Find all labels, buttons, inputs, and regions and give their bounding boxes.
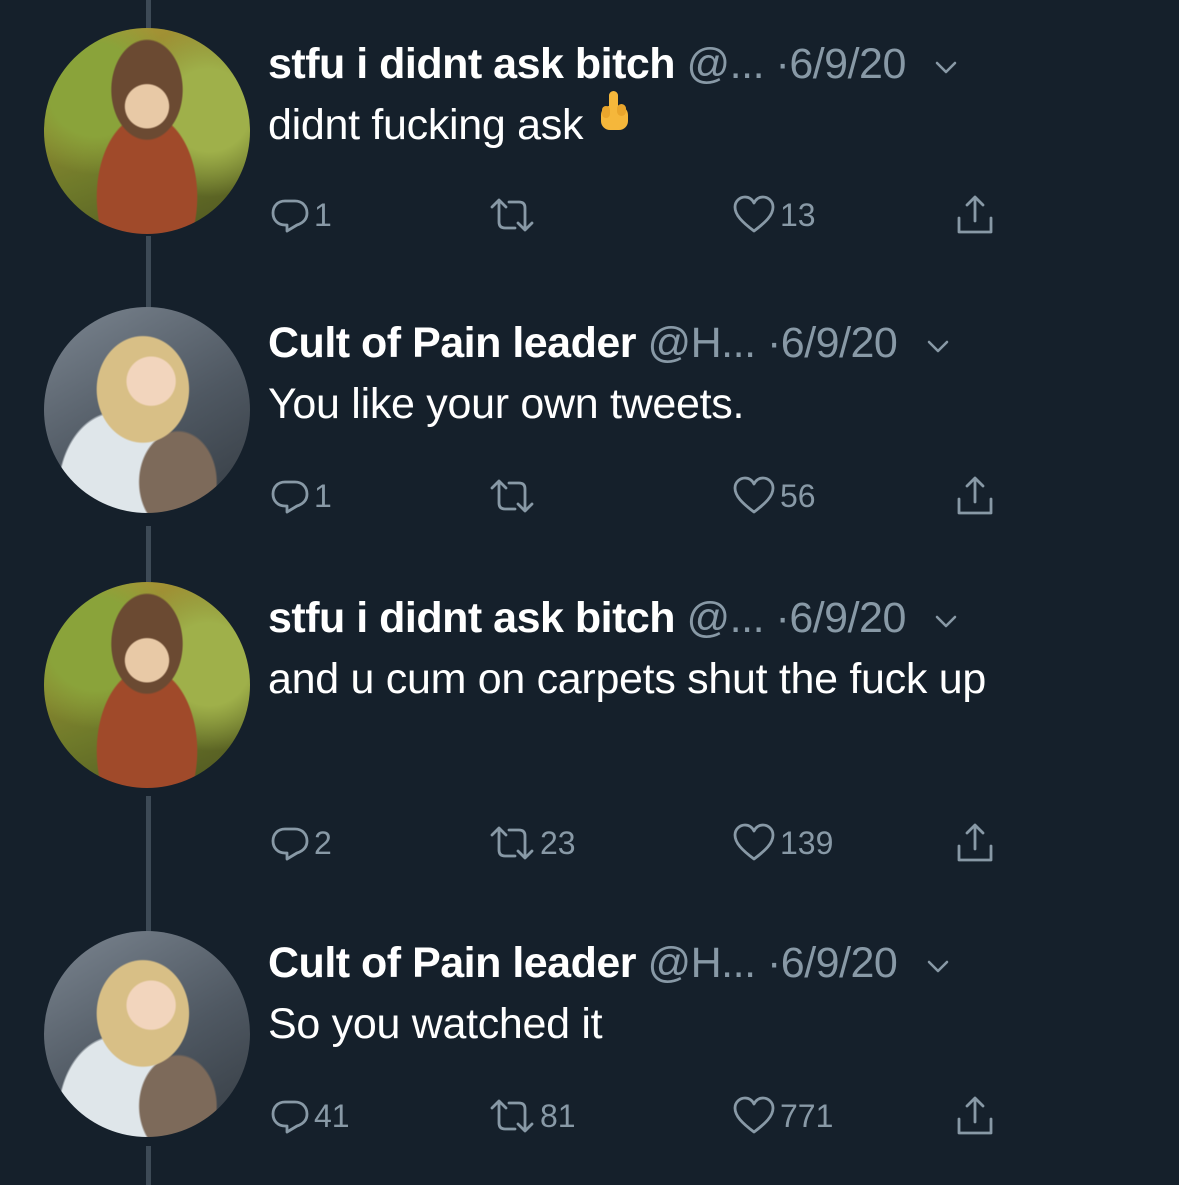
chevron-down-icon[interactable] — [927, 312, 949, 368]
avatar[interactable] — [44, 931, 250, 1137]
separator: · — [766, 939, 781, 987]
reply-count: 41 — [314, 1097, 350, 1134]
reply-button[interactable]: 1 — [270, 471, 332, 521]
separator: · — [775, 594, 790, 642]
heart-icon — [732, 1096, 776, 1136]
separator: · — [766, 319, 781, 367]
chevron-down-icon[interactable] — [935, 587, 957, 643]
retweet-icon — [488, 823, 536, 863]
reply-count: 1 — [314, 477, 332, 514]
reply-button[interactable]: 41 — [270, 1091, 350, 1141]
handle[interactable]: @H... — [647, 319, 756, 367]
thread-line — [146, 1146, 151, 1185]
thread-line — [146, 526, 151, 582]
like-count: 56 — [780, 477, 816, 514]
reply-icon — [270, 823, 310, 863]
tweet-date[interactable]: 6/9/20 — [789, 40, 906, 88]
tweet-date[interactable]: 6/9/20 — [781, 939, 898, 987]
like-button[interactable]: 56 — [732, 471, 816, 521]
tweet-text: You like your own tweets. — [268, 369, 1148, 439]
display-name[interactable]: Cult of Pain leader — [268, 319, 637, 367]
tweet-header: Cult of Pain leader @H... ·6/9/20 — [268, 935, 949, 994]
like-button[interactable]: 13 — [732, 190, 816, 240]
handle[interactable]: @H... — [647, 939, 756, 987]
like-count: 139 — [780, 824, 834, 861]
chevron-down-icon[interactable] — [935, 33, 957, 89]
heart-icon — [732, 823, 776, 863]
tweet-text: and u cum on carpets shut the fuck up — [268, 644, 1148, 714]
reply-button[interactable]: 2 — [270, 818, 332, 868]
retweet-button[interactable]: 81 — [488, 1091, 576, 1141]
reply-button[interactable]: 1 — [270, 190, 332, 240]
retweet-button[interactable] — [488, 190, 540, 240]
like-button[interactable]: 139 — [732, 818, 833, 868]
tweet-text: So you watched it — [268, 989, 1148, 1059]
share-button[interactable] — [955, 1091, 995, 1141]
reply-count: 2 — [314, 824, 332, 861]
thread-line — [146, 796, 151, 932]
retweet-icon — [488, 195, 536, 235]
tweet-actions: 2 23 139 — [270, 818, 1030, 868]
share-icon — [955, 1095, 995, 1137]
tweet-text-content: You like your own tweets. — [268, 380, 745, 428]
retweet-button[interactable] — [488, 471, 540, 521]
reply-icon — [270, 476, 310, 516]
share-icon — [955, 822, 995, 864]
retweet-icon — [488, 476, 536, 516]
tweet-date[interactable]: 6/9/20 — [789, 594, 906, 642]
tweet-text-content: So you watched it — [268, 1000, 603, 1048]
handle[interactable]: @... — [687, 40, 765, 88]
tweet-actions: 41 81 771 — [270, 1091, 1030, 1141]
display-name[interactable]: stfu i didnt ask bitch — [268, 40, 676, 88]
heart-icon — [732, 476, 776, 516]
avatar[interactable] — [44, 28, 250, 234]
like-count: 13 — [780, 196, 816, 233]
display-name[interactable]: Cult of Pain leader — [268, 939, 637, 987]
tweet-header: Cult of Pain leader @H... ·6/9/20 — [268, 315, 949, 374]
thread-line — [146, 0, 151, 30]
like-button[interactable]: 771 — [732, 1091, 833, 1141]
tweet-header: stfu i didnt ask bitch @... ·6/9/20 — [268, 590, 957, 649]
tweet-actions: 1 13 — [270, 190, 1030, 240]
like-count: 771 — [780, 1097, 834, 1134]
tweet-text: didnt fucking ask — [268, 90, 1148, 163]
separator: · — [775, 40, 790, 88]
handle[interactable]: @... — [687, 594, 765, 642]
share-button[interactable] — [955, 818, 995, 868]
share-button[interactable] — [955, 471, 995, 521]
middle-finger-emoji-icon — [597, 87, 631, 157]
retweet-count: 23 — [540, 824, 576, 861]
thread-line — [146, 236, 151, 310]
avatar[interactable] — [44, 307, 250, 513]
reply-icon — [270, 195, 310, 235]
chevron-down-icon[interactable] — [927, 932, 949, 988]
avatar[interactable] — [44, 582, 250, 788]
reply-icon — [270, 1096, 310, 1136]
tweet-text-content: didnt fucking ask — [268, 101, 584, 149]
tweet-actions: 1 56 — [270, 471, 1030, 521]
share-icon — [955, 194, 995, 236]
heart-icon — [732, 195, 776, 235]
share-button[interactable] — [955, 190, 995, 240]
retweet-icon — [488, 1096, 536, 1136]
display-name[interactable]: stfu i didnt ask bitch — [268, 594, 676, 642]
share-icon — [955, 475, 995, 517]
retweet-count: 81 — [540, 1097, 576, 1134]
retweet-button[interactable]: 23 — [488, 818, 576, 868]
tweet-text-content: and u cum on carpets shut the fuck up — [268, 655, 986, 703]
tweet-date[interactable]: 6/9/20 — [781, 319, 898, 367]
reply-count: 1 — [314, 196, 332, 233]
